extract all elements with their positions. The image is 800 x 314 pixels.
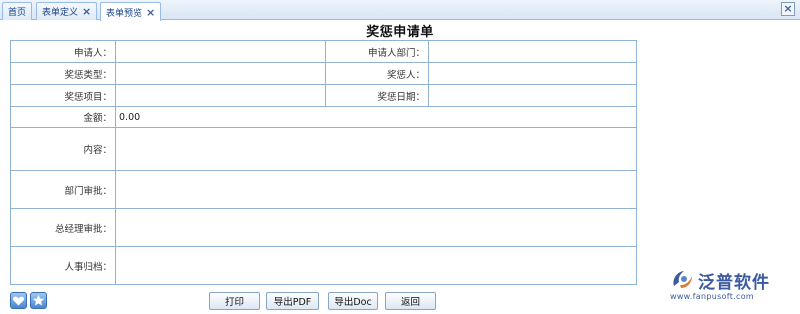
tab-label: 表单定义 xyxy=(42,8,79,18)
close-icon[interactable]: × xyxy=(146,7,155,18)
form-table: 申请人： 申请人部门： 奖惩类型： 奖惩人： 奖惩项目： 奖惩日期： 金额： 0… xyxy=(10,40,637,285)
export-doc-button[interactable]: 导出Doc xyxy=(328,292,378,310)
tab-form-preview[interactable]: 表单预览 × xyxy=(100,2,162,21)
item-field[interactable] xyxy=(115,84,326,107)
logo-icon xyxy=(673,271,692,288)
tab-home[interactable]: 首页 xyxy=(2,2,33,20)
form-title: 奖惩申请单 xyxy=(366,25,434,40)
form-row: 奖惩项目： 奖惩日期： xyxy=(10,84,637,107)
logo-name: 泛普软件 xyxy=(698,273,770,293)
target-field[interactable] xyxy=(428,62,637,85)
form-row: 部门审批： xyxy=(10,170,637,209)
form-row: 内容： xyxy=(10,127,637,171)
tab-label: 首页 xyxy=(8,8,27,18)
form-row: 金额： 0.00 xyxy=(10,106,637,128)
logo-url: www.fanpusoft.com xyxy=(670,292,754,301)
date-field[interactable] xyxy=(428,84,637,107)
applicant-field[interactable] xyxy=(115,40,326,63)
applicant-label: 申请人： xyxy=(10,40,116,63)
hr-archive-label: 人事归档： xyxy=(10,246,116,285)
dept-approval-label: 部门审批： xyxy=(10,170,116,209)
content-field[interactable] xyxy=(115,127,637,171)
target-label: 奖惩人： xyxy=(325,62,429,85)
item-label: 奖惩项目： xyxy=(10,84,116,107)
amount-label: 金额： xyxy=(10,106,116,128)
content-label: 内容： xyxy=(10,127,116,171)
window-close-button[interactable]: × xyxy=(781,2,795,16)
back-button[interactable]: 返回 xyxy=(385,292,436,310)
brand-logo: 泛普软件 www.fanpusoft.com xyxy=(668,268,796,304)
form-row: 人事归档： xyxy=(10,246,637,285)
gm-approval-field[interactable] xyxy=(115,208,637,247)
tab-form-definition[interactable]: 表单定义 × xyxy=(36,2,98,20)
gm-approval-label: 总经理审批： xyxy=(10,208,116,247)
tab-label: 表单预览 xyxy=(106,8,143,19)
form-row: 奖惩类型： 奖惩人： xyxy=(10,62,637,85)
dept-approval-field[interactable] xyxy=(115,170,637,209)
date-label: 奖惩日期： xyxy=(325,84,429,107)
amount-field[interactable]: 0.00 xyxy=(115,106,637,128)
type-field[interactable] xyxy=(115,62,326,85)
close-icon[interactable]: × xyxy=(82,6,91,17)
print-button[interactable]: 打印 xyxy=(209,292,260,310)
type-label: 奖惩类型： xyxy=(10,62,116,85)
form-row: 申请人： 申请人部门： xyxy=(10,40,637,63)
tab-bar: 首页 表单定义 × 表单预览 × × xyxy=(0,0,800,21)
applicant-dept-label: 申请人部门： xyxy=(325,40,429,63)
export-pdf-button[interactable]: 导出PDF xyxy=(266,292,319,310)
hr-archive-field[interactable] xyxy=(115,246,637,285)
form-row: 总经理审批： xyxy=(10,208,637,247)
applicant-dept-field[interactable] xyxy=(428,40,637,63)
